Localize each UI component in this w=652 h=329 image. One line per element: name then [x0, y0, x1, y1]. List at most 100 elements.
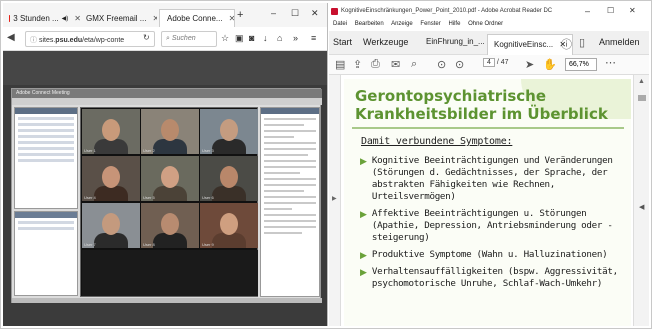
back-icon[interactable]: ◀ [7, 32, 15, 43]
clipboard-icon[interactable]: ▣ [235, 33, 244, 44]
upload-icon[interactable]: ⇪ [353, 58, 362, 71]
pod-header [261, 108, 319, 114]
list-item: ▶ Produktive Symptome (Wahn u. Halluzina… [360, 249, 628, 261]
notes-pod[interactable] [14, 211, 78, 296]
device-icon[interactable]: ▯ [579, 36, 585, 49]
video-empty-area [82, 250, 258, 296]
tab-youtube[interactable]: 3 Stunden ... ◀) ✕ [9, 9, 81, 27]
expand-right-panel-icon[interactable]: ◀ [639, 203, 644, 211]
download-icon[interactable]: ↓ [263, 33, 268, 43]
participant-face [102, 119, 120, 141]
tab-label: KognitiveEinsc... [494, 40, 554, 49]
minimize-button[interactable]: – [585, 6, 590, 16]
list-item-text: Verhaltensauffälligkeiten (bspw. Aggress… [371, 266, 618, 289]
tab-werkzeuge[interactable]: Werkzeuge [363, 37, 408, 47]
video-tile[interactable]: User 6 [200, 156, 258, 201]
participant-name: User 6 [202, 195, 214, 200]
search-icon[interactable]: ⌕ [411, 58, 417, 71]
scroll-thumb[interactable] [638, 95, 646, 101]
slide-title: Gerontopsychiatrische Krankheitsbilder i… [355, 87, 615, 123]
hand-tool-icon[interactable]: ✋ [543, 58, 557, 71]
tab-document-1[interactable]: EinFhrung_in_... [426, 37, 485, 46]
video-tile[interactable]: User 4 [82, 156, 140, 201]
menu-hilfe[interactable]: Hilfe [448, 21, 460, 27]
reader-window-title: KognitiveEinschränkungen_Power_Point_201… [341, 8, 553, 14]
video-tile[interactable]: User 8 [141, 203, 199, 248]
bullet-arrow-icon: ▶ [360, 267, 367, 277]
tab-gmx[interactable]: GMX Freemail ... ✕ [83, 9, 157, 27]
video-tile[interactable]: User 9 [200, 203, 258, 248]
menu-datei[interactable]: Datei [333, 21, 347, 27]
youtube-icon [9, 14, 11, 22]
mail-icon[interactable]: ✉ [391, 58, 400, 71]
adobe-connect-window: Adobe Connect Meeting User 1 User 2 User… [11, 88, 322, 303]
close-icon[interactable]: ✕ [152, 14, 157, 23]
video-tile[interactable]: User 5 [141, 156, 199, 201]
new-tab-button[interactable]: + [237, 9, 243, 21]
bullet-arrow-icon: ▶ [360, 209, 367, 219]
maximize-button[interactable]: ☐ [291, 8, 299, 19]
close-icon[interactable]: ✕ [229, 14, 234, 23]
page-up-icon[interactable]: ⊙ [437, 58, 446, 71]
url-bar[interactable]: ⓘ sites.psu.edu/eta/wp-conte [25, 31, 155, 47]
menu-fenster[interactable]: Fenster [420, 21, 440, 27]
list-item: ▶ Kognitive Beeinträchtigungen und Verän… [360, 155, 628, 203]
participant-name: User 2 [143, 148, 155, 153]
audio-icon[interactable]: ◀) [62, 15, 69, 22]
help-icon[interactable]: ⓘ [561, 36, 572, 52]
print-icon[interactable]: ⎙ [371, 58, 380, 71]
reload-icon[interactable]: ↻ [143, 33, 150, 42]
participant-shape [153, 186, 187, 201]
chat-message [264, 154, 308, 156]
pdf-slide-page: Gerontopsychiatrische Krankheitsbilder i… [344, 79, 631, 326]
more-tools-icon[interactable]: ⋯ [605, 56, 616, 69]
tab-adobe-connect[interactable]: Adobe Conne... ✕ [159, 9, 235, 27]
signin-button[interactable]: Anmelden [599, 37, 640, 47]
chat-message [264, 142, 316, 144]
page-header-strip [3, 51, 327, 85]
menu-icon[interactable]: ≡ [311, 33, 316, 43]
video-tile[interactable]: User 2 [141, 109, 199, 154]
tab-start[interactable]: Start [333, 37, 352, 47]
attendee-list-pod[interactable] [14, 107, 78, 209]
menu-ordner[interactable]: Ohne Ordner [468, 21, 503, 27]
video-pod[interactable]: User 1 User 2 User 3 User 4 User 5 User … [80, 107, 258, 297]
chat-message [264, 190, 304, 192]
page-down-icon[interactable]: ⊙ [455, 58, 464, 71]
bullet-arrow-icon: ▶ [360, 156, 367, 166]
expand-left-panel-icon[interactable]: ▶ [332, 195, 337, 202]
overflow-icon[interactable]: » [293, 33, 298, 43]
vertical-scrollbar[interactable]: ▲ ◀ [633, 75, 649, 326]
scroll-up-icon[interactable]: ▲ [638, 78, 645, 85]
list-item: ▶ Verhaltensauffälligkeiten (bspw. Aggre… [360, 266, 628, 290]
participant-name: User 4 [84, 195, 96, 200]
search-input[interactable]: ⌕ Suchen [161, 31, 217, 47]
chat-message [264, 196, 316, 198]
connect-title-bar: Adobe Connect Meeting [12, 89, 322, 98]
bookmark-star-icon[interactable]: ☆ [221, 33, 229, 44]
participant-shape [94, 139, 128, 154]
menu-anzeige[interactable]: Anzeige [391, 21, 413, 27]
menu-bearbeiten[interactable]: Bearbeiten [355, 21, 384, 27]
pocket-icon[interactable]: ◙ [249, 33, 254, 43]
chat-pod[interactable] [260, 107, 320, 297]
chat-message [264, 220, 316, 222]
save-icon[interactable]: ▤ [335, 58, 345, 71]
maximize-button[interactable]: ☐ [607, 6, 614, 15]
page-number-input[interactable]: 4 [483, 58, 495, 67]
close-icon[interactable]: ✕ [74, 14, 81, 23]
acrobat-reader-window: KognitiveEinschränkungen_Power_Point_201… [329, 3, 649, 326]
video-tile[interactable]: User 3 [200, 109, 258, 154]
video-tile[interactable]: User 7 [82, 203, 140, 248]
zoom-select[interactable]: 66,7% [565, 58, 597, 71]
minimize-button[interactable]: – [271, 8, 276, 18]
close-window-button[interactable]: ✕ [629, 6, 636, 15]
chat-message [264, 232, 302, 234]
home-icon[interactable]: ⌂ [277, 33, 282, 43]
close-window-button[interactable]: ✕ [311, 8, 319, 19]
video-tile[interactable]: User 1 [82, 109, 140, 154]
reader-left-panel[interactable]: ▶ [329, 75, 341, 326]
slide-subtitle: Damit verbundene Symptome: [361, 136, 513, 147]
select-cursor-icon[interactable]: ➤ [525, 58, 534, 71]
attendee-row [18, 135, 74, 138]
